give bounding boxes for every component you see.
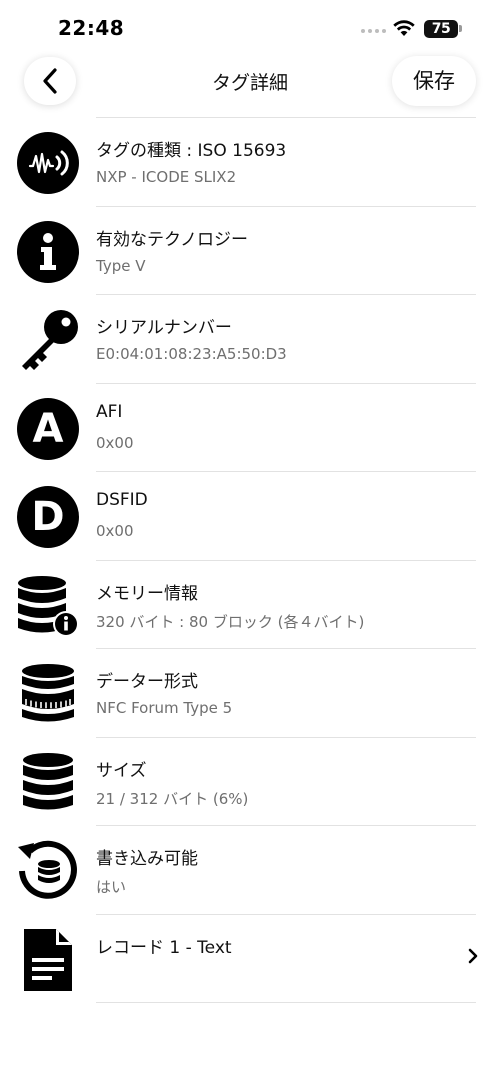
page-title: タグ詳細 — [211, 72, 288, 94]
chevron-right-icon — [468, 948, 478, 963]
row-title: シリアルナンバー — [96, 318, 232, 338]
row-title: 書き込み可能 — [96, 849, 198, 869]
row-subtitle: 0x00 — [96, 433, 134, 452]
row-title: サイズ — [96, 760, 147, 781]
row-subtitle: 21 / 312 バイト (6%) — [96, 789, 249, 808]
row-title: 有効なテクノロジー — [96, 229, 248, 250]
cellular-signal-icon — [361, 29, 386, 33]
database-icon — [16, 751, 80, 815]
navigation-bar: タグ詳細 保存 — [0, 56, 500, 118]
row-subtitle: Type V — [96, 256, 146, 275]
letter-a-icon: A — [16, 397, 80, 461]
wifi-icon — [393, 20, 415, 36]
row-title: DSFID — [96, 490, 148, 510]
back-button[interactable] — [24, 57, 76, 105]
row-subtitle: NFC Forum Type 5 — [96, 699, 233, 717]
list-item-tag-type: タグの種類 : ISO 15693 NXP - ICODE SLIX2 — [17, 118, 476, 207]
row-title: メモリー情報 — [96, 583, 198, 604]
row-subtitle: E0:04:01:08:23:A5:50:D3 — [96, 345, 287, 363]
document-icon — [16, 928, 80, 992]
list-item-memory-info: メモリー情報 320 バイト : 80 ブロック (各４バイト) — [18, 561, 476, 649]
row-title: タグの種類 : ISO 15693 — [96, 141, 287, 161]
list-item-record-1[interactable]: レコード 1 - Text — [24, 915, 478, 1003]
letter-d-icon: D — [16, 485, 80, 549]
row-title: データー形式 — [96, 672, 198, 692]
status-bar: 22:48 75 — [0, 0, 500, 56]
info-icon — [16, 220, 80, 284]
database-history-icon — [16, 839, 80, 903]
list-item-size: サイズ 21 / 312 バイト (6%) — [23, 738, 476, 826]
row-subtitle: 0x00 — [96, 522, 134, 540]
battery-indicator: 75 — [424, 20, 458, 38]
letter-d-glyph: D — [17, 486, 79, 548]
row-subtitle: NXP - ICODE SLIX2 — [96, 168, 237, 186]
list-item-data-format: データー形式 NFC Forum Type 5 — [22, 649, 476, 738]
coins-stack-icon — [16, 662, 80, 726]
row-title: AFI — [96, 401, 123, 422]
status-time: 22:48 — [58, 16, 125, 40]
list-item-afi: A AFI 0x00 — [17, 384, 476, 472]
key-icon — [16, 308, 80, 372]
save-button[interactable]: 保存 — [392, 56, 476, 106]
list-item-writable: 書き込み可能 はい — [18, 826, 476, 915]
list-item-technology: 有効なテクノロジー Type V — [17, 207, 476, 295]
letter-a-glyph: A — [17, 397, 79, 460]
row-subtitle: はい — [96, 878, 127, 896]
battery-tip — [459, 25, 462, 32]
row-subtitle: 320 バイト : 80 ブロック (各４バイト) — [96, 612, 365, 631]
row-title: レコード 1 - Text — [96, 937, 232, 958]
chevron-left-icon — [43, 68, 57, 94]
list-item-serial-number: シリアルナンバー E0:04:01:08:23:A5:50:D3 — [22, 295, 476, 384]
database-info-icon — [16, 574, 80, 638]
tag-detail-list: タグの種類 : ISO 15693 NXP - ICODE SLIX2 有効なテ… — [0, 118, 500, 1003]
nfc-signal-icon — [16, 131, 80, 195]
list-item-dsfid: D DSFID 0x00 — [17, 472, 476, 561]
